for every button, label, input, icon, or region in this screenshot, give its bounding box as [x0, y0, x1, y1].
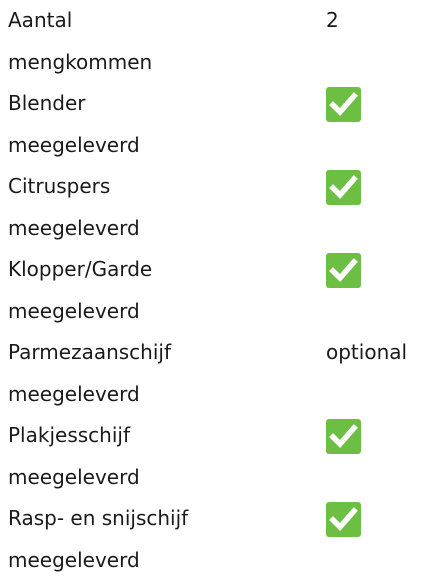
spec-label-line: Rasp- en snijschijf [8, 506, 189, 530]
checkmark-icon [326, 502, 361, 537]
spec-label-line: Klopper/Garde [8, 257, 153, 281]
spec-row-aantal-mengkommen: Aantal mengkommen 2 [0, 0, 428, 84]
spec-row-klopper-garde: Klopper/Garde meegeleverd [0, 249, 428, 333]
spec-label: Aantal mengkommen [8, 0, 298, 83]
spec-row-plakjesschijf: Plakjesschijf meegeleverd [0, 415, 428, 499]
spec-table: Aantal mengkommen 2 Blender meegeleverd … [0, 0, 428, 584]
checkmark-icon [326, 170, 361, 205]
spec-label-line: Blender [8, 91, 86, 115]
spec-label: Klopper/Garde meegeleverd [8, 249, 298, 332]
spec-label-line: mengkommen [8, 49, 153, 74]
spec-label-line: meegeleverd [8, 132, 140, 157]
spec-label: Parmezaanschijf meegeleverd [8, 332, 298, 415]
spec-value: optional [326, 340, 408, 364]
spec-value: 2 [326, 8, 339, 32]
spec-label-line: Plakjesschijf [8, 423, 130, 447]
spec-label: Plakjesschijf meegeleverd [8, 415, 298, 498]
spec-label-line: meegeleverd [8, 381, 140, 406]
spec-label-line: meegeleverd [8, 298, 140, 323]
spec-row-citruspers: Citruspers meegeleverd [0, 166, 428, 250]
spec-row-blender: Blender meegeleverd [0, 83, 428, 167]
spec-label-line: meegeleverd [8, 215, 140, 240]
checkmark-icon [326, 419, 361, 454]
spec-row-rasp-en-snijschijf: Rasp- en snijschijf meegeleverd [0, 498, 428, 582]
spec-label-line: meegeleverd [8, 464, 140, 489]
spec-label-line: meegeleverd [8, 547, 140, 572]
spec-label-line: Citruspers [8, 174, 111, 198]
checkmark-icon [326, 253, 361, 288]
spec-row-parmezaanschijf: Parmezaanschijf meegeleverd optional [0, 332, 428, 416]
spec-label: Citruspers meegeleverd [8, 166, 298, 249]
spec-label-line: Parmezaanschijf [8, 340, 172, 364]
spec-label: Blender meegeleverd [8, 83, 298, 166]
spec-label: Rasp- en snijschijf meegeleverd [8, 498, 298, 581]
checkmark-icon [326, 87, 361, 122]
spec-label-line: Aantal [8, 8, 73, 32]
